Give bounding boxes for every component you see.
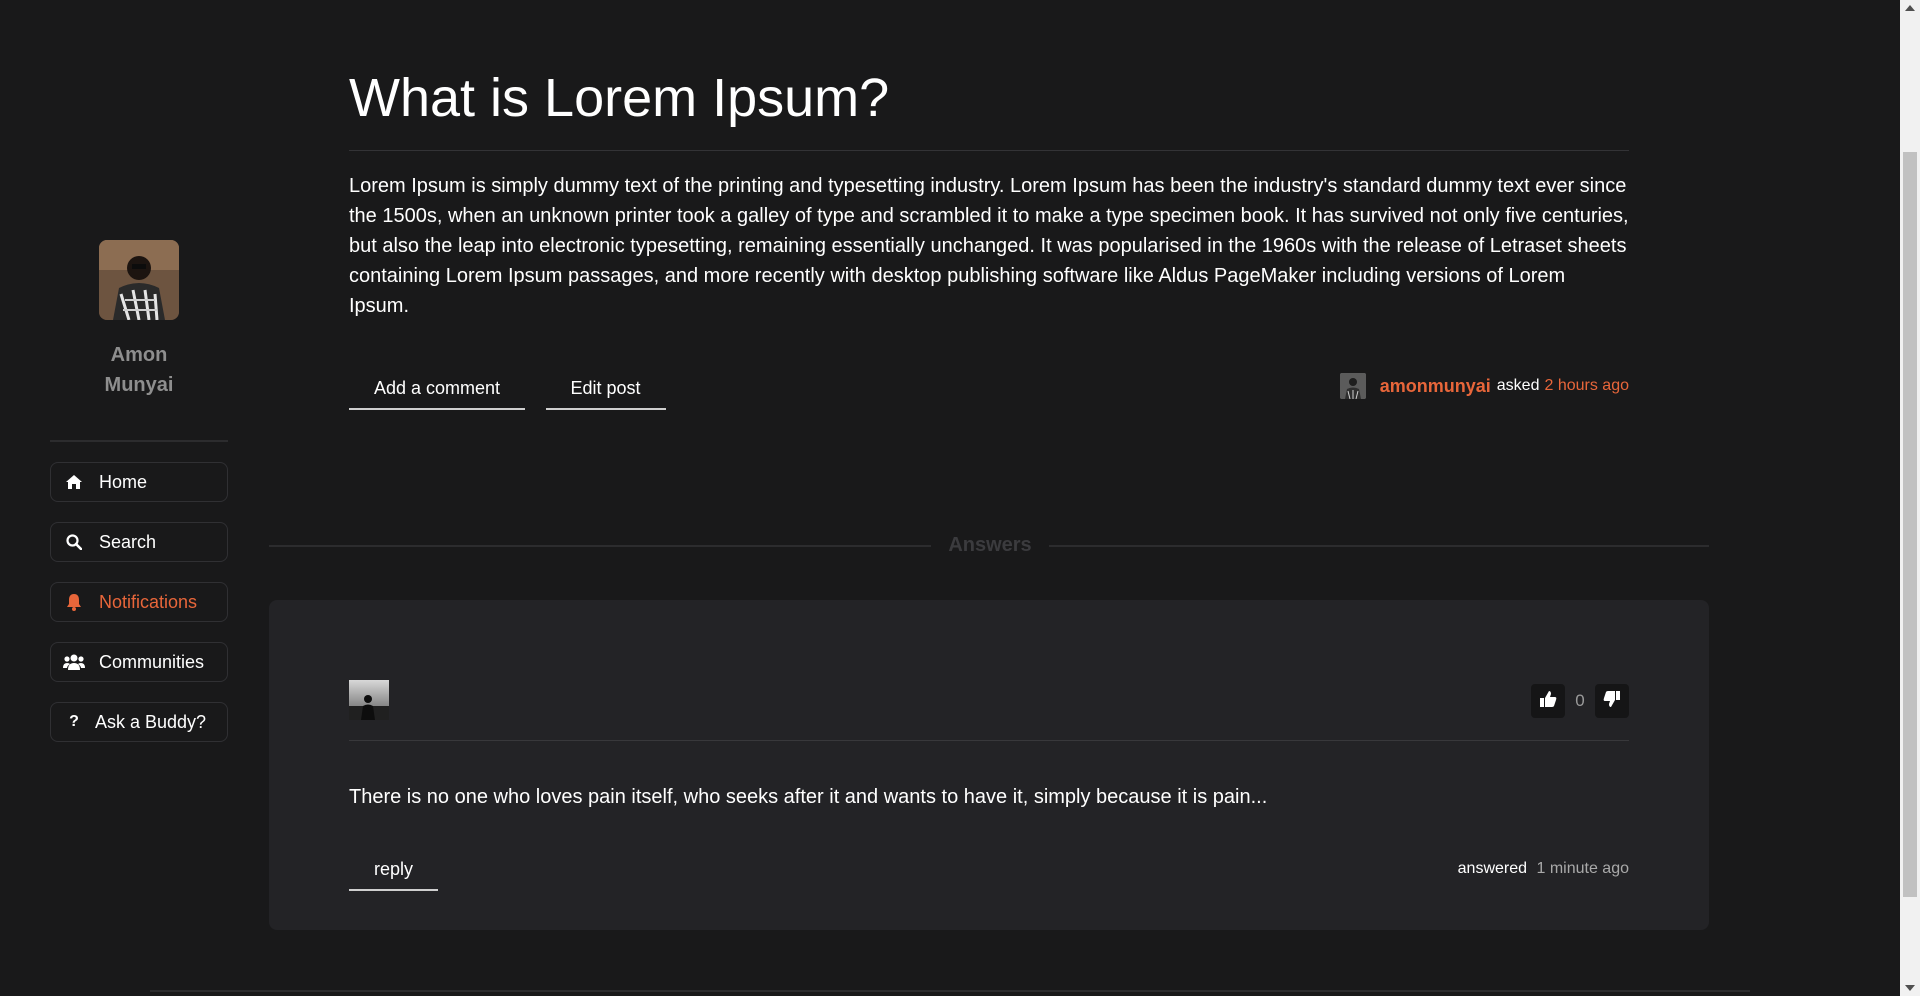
post-title: What is Lorem Ipsum?	[349, 60, 1629, 151]
page: Amon Munyai Home Search Notifications Co	[0, 0, 1920, 996]
answers-divider-line	[1049, 545, 1709, 547]
post-body: Lorem Ipsum is simply dummy text of the …	[349, 175, 1629, 317]
users-icon	[63, 651, 85, 673]
author-link[interactable]: amonmunyai	[1380, 376, 1491, 397]
sidebar-item-label: Communities	[99, 651, 205, 672]
question-icon: ?	[69, 713, 79, 730]
sidebar-item-label: Search	[99, 531, 157, 552]
sidebar: Amon Munyai Home Search Notifications Co	[50, 240, 228, 762]
sidebar-item-label: Notifications	[99, 591, 198, 612]
profile-avatar[interactable]	[99, 240, 179, 320]
vote-controls: 0	[1531, 684, 1629, 718]
sidebar-item-label: Ask a Buddy?	[95, 711, 207, 732]
search-icon	[63, 531, 85, 553]
home-icon	[63, 471, 85, 493]
upvote-button[interactable]	[1531, 684, 1565, 718]
answer-header: 0	[349, 680, 1629, 741]
downvote-button[interactable]	[1595, 684, 1629, 718]
answered-time: 1 minute ago	[1536, 860, 1629, 877]
asked-label: asked	[1496, 377, 1540, 394]
post-meta: amonmunyai asked 2 hours ago	[1339, 373, 1629, 399]
answer-footer: reply answered 1 minute ago	[349, 858, 1629, 898]
sidebar-divider	[50, 440, 228, 442]
sidebar-item-label: Home	[99, 471, 148, 492]
thumbs-down-icon	[1603, 690, 1621, 713]
answers-heading: Answers	[948, 534, 1032, 556]
thumbs-up-icon	[1539, 690, 1557, 713]
bell-icon	[63, 591, 85, 613]
sidebar-item-home[interactable]: Home	[50, 462, 228, 502]
profile-name: Amon Munyai	[104, 344, 174, 396]
answerer-avatar[interactable]	[349, 680, 389, 720]
vote-count: 0	[1575, 691, 1585, 710]
sidebar-item-search[interactable]: Search	[50, 522, 228, 562]
sidebar-item-notifications[interactable]: Notifications	[50, 582, 228, 622]
scrollbar-thumb[interactable]	[1903, 152, 1917, 897]
edit-post-button[interactable]: Edit post	[545, 377, 666, 410]
answer-meta: answered 1 minute ago	[1458, 860, 1629, 878]
post-actions: Add a comment Edit post amonmunyai asked…	[349, 373, 1629, 415]
reply-button[interactable]: reply	[349, 858, 439, 891]
answer-body: There is no one who loves pain itself, w…	[349, 786, 1268, 808]
answers-divider: Answers	[269, 532, 1709, 560]
scroll-down-arrow-icon[interactable]	[1900, 980, 1920, 996]
sidebar-item-communities[interactable]: Communities	[50, 642, 228, 682]
author-avatar[interactable]	[1339, 373, 1366, 399]
answered-label: answered	[1457, 860, 1528, 877]
answers-divider-line	[269, 545, 931, 547]
post: What is Lorem Ipsum? Lorem Ipsum is simp…	[349, 60, 1629, 415]
scroll-up-arrow-icon[interactable]	[1900, 0, 1920, 16]
sidebar-item-ask-a-buddy[interactable]: ? Ask a Buddy?	[50, 702, 228, 742]
footer-divider	[150, 990, 1750, 992]
asked-time: 2 hours ago	[1544, 377, 1629, 394]
add-comment-button[interactable]: Add a comment	[349, 377, 526, 410]
answer-card: 0 There is no one who loves pain itself,…	[269, 600, 1709, 930]
vertical-scrollbar[interactable]	[1900, 0, 1920, 996]
